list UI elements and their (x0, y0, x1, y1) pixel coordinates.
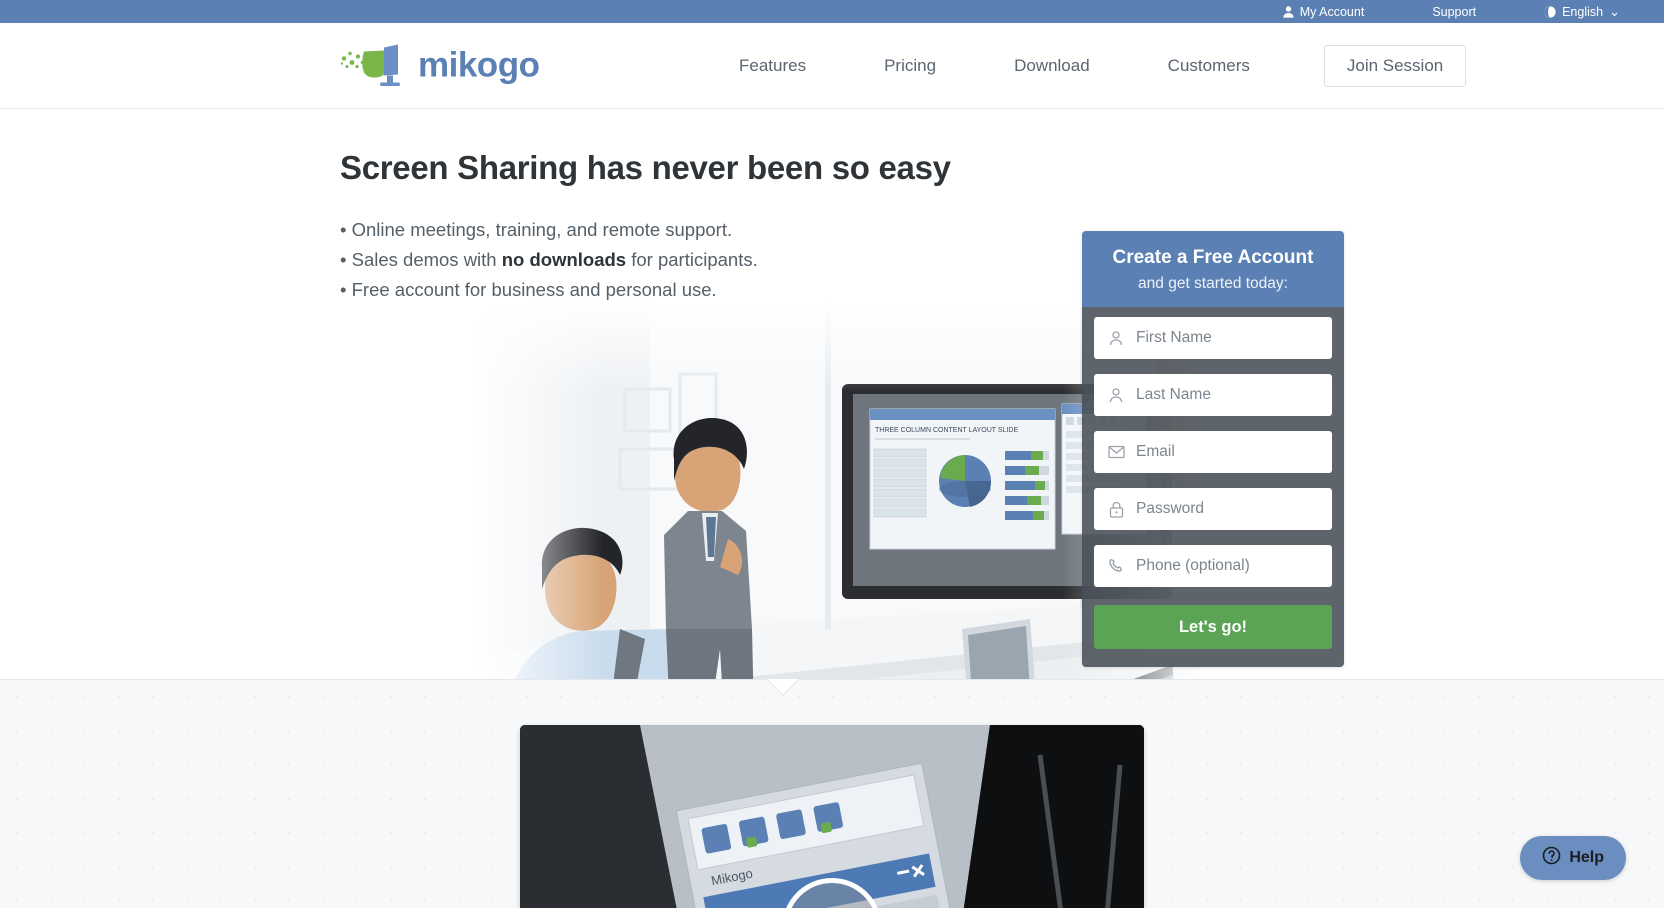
nav-item-download[interactable]: Download (975, 56, 1129, 76)
first-name-input[interactable] (1136, 329, 1320, 347)
nav-item-pricing[interactable]: Pricing (845, 56, 975, 76)
top-utility-bar: My Account Support English ⌄ (0, 0, 1664, 23)
phone-field[interactable] (1094, 545, 1332, 587)
phone-input[interactable] (1136, 557, 1320, 575)
last-name-input[interactable] (1136, 386, 1320, 404)
hero-bullet-2-pre: • Sales demos with (340, 249, 502, 270)
logo-text: mikogo (418, 45, 540, 85)
signup-subtitle: and get started today: (1138, 275, 1288, 292)
topbar-label-language: English (1562, 4, 1604, 19)
topbar-label-my-account: My Account (1299, 4, 1365, 19)
user-outline-icon (1106, 330, 1126, 346)
email-field[interactable] (1094, 431, 1332, 473)
signup-form-body: Let's go! (1082, 307, 1344, 667)
hero-bullet-list: • Online meetings, training, and remote … (340, 215, 1040, 305)
monitor-leaf-logo-icon (338, 38, 410, 93)
hero-bullet-3-text: • Free account for business and personal… (340, 279, 717, 300)
signup-submit-button[interactable]: Let's go! (1094, 605, 1332, 649)
hero-copy: Screen Sharing has never been so easy • … (340, 149, 1040, 305)
user-icon (1283, 5, 1294, 18)
main-navigation: Features Pricing Download Customers Join… (700, 44, 1467, 87)
password-input[interactable] (1136, 500, 1320, 518)
signup-form-header: Create a Free Account and get started to… (1082, 231, 1344, 307)
lock-icon (1106, 501, 1126, 518)
video-section: Mikogo (0, 679, 1664, 908)
chevron-down-icon: ⌄ (1609, 3, 1620, 19)
hero-section: Screen Sharing has never been so easy • … (0, 109, 1664, 679)
hero-bullet-2: • Sales demos with no downloads for part… (340, 245, 1040, 275)
help-widget-button[interactable]: Help (1520, 836, 1626, 880)
topbar-item-language[interactable]: English ⌄ (1510, 5, 1620, 19)
logo[interactable]: mikogo (338, 38, 540, 93)
question-circle-icon (1542, 846, 1561, 870)
hero-bullet-3: • Free account for business and personal… (340, 275, 1040, 305)
first-name-field[interactable] (1094, 317, 1332, 359)
topbar-item-support[interactable]: Support (1398, 5, 1510, 19)
email-input[interactable] (1136, 443, 1320, 461)
signup-title: Create a Free Account (1112, 247, 1314, 268)
topbar-item-my-account[interactable]: My Account (1249, 5, 1399, 19)
last-name-field[interactable] (1094, 374, 1332, 416)
site-header: mikogo Features Pricing Download Custome… (0, 23, 1664, 109)
page-title: Screen Sharing has never been so easy (340, 149, 951, 186)
globe-icon (1544, 5, 1556, 18)
password-field[interactable] (1094, 488, 1332, 530)
demo-video-thumbnail[interactable]: Mikogo (520, 725, 1144, 908)
section-divider-notch (751, 679, 815, 711)
hero-bullet-2-post: for participants. (626, 249, 758, 270)
hero-bullet-1-text: • Online meetings, training, and remote … (340, 219, 733, 240)
nav-item-features[interactable]: Features (700, 56, 845, 76)
signup-form: Create a Free Account and get started to… (1082, 231, 1344, 667)
help-widget-label: Help (1569, 849, 1604, 866)
user-outline-icon (1106, 387, 1126, 403)
envelope-icon (1106, 445, 1126, 459)
hero-bullet-1: • Online meetings, training, and remote … (340, 215, 1040, 245)
nav-item-customers[interactable]: Customers (1129, 56, 1289, 76)
phone-icon (1106, 558, 1126, 574)
hero-bullet-2-bold: no downloads (501, 249, 627, 270)
topbar-label-support: Support (1432, 4, 1477, 19)
join-session-button[interactable]: Join Session (1323, 44, 1467, 87)
